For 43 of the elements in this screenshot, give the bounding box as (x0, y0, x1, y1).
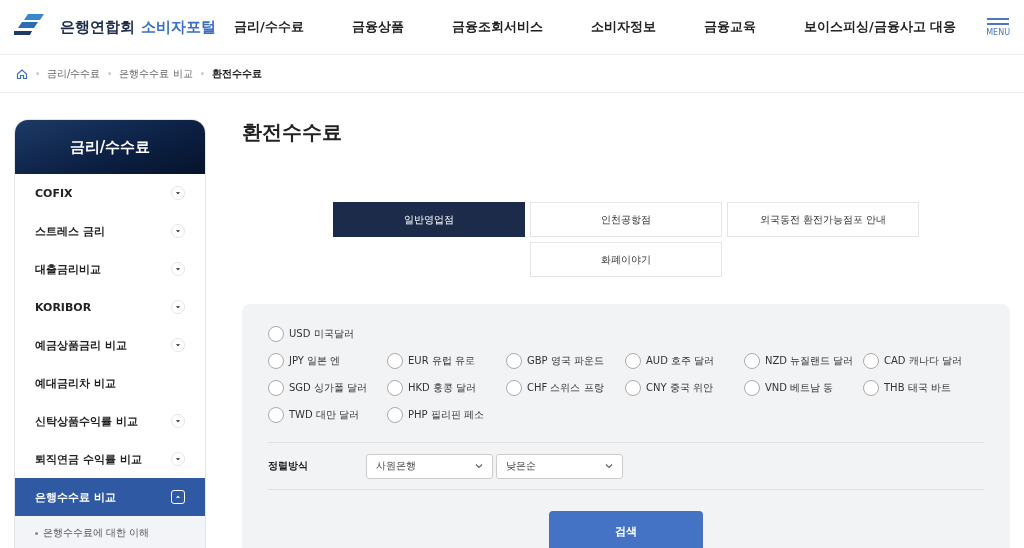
sidebar-title: 금리/수수료 (15, 120, 205, 174)
sidebar-item[interactable]: 은행수수료 비교 (15, 478, 205, 516)
sort-label: 정렬방식 (268, 459, 309, 473)
currency-radio[interactable]: CAD 캐나다 달러 (863, 352, 982, 369)
chevron-down-icon (605, 463, 613, 469)
currency-radio[interactable]: PHP 필리핀 페소 (387, 406, 506, 423)
currency-radio[interactable]: CNY 중국 위안 (625, 379, 744, 396)
nav-link[interactable]: 보이스피싱/금융사고 대응 (803, 18, 957, 36)
chevron-down-icon (475, 463, 483, 469)
breadcrumb-link[interactable]: 환전수수료 (211, 66, 262, 81)
tab[interactable]: 외국동전 환전가능점포 안내 (727, 202, 919, 237)
currency-radio[interactable]: EUR 유럽 유로 (387, 352, 506, 369)
currency-radio[interactable]: CHF 스위스 프랑 (506, 379, 625, 396)
currency-radio[interactable]: THB 태국 바트 (863, 379, 982, 396)
search-button[interactable]: 검색 (549, 511, 703, 548)
currency-radio[interactable]: JPY 일본 엔 (268, 352, 387, 369)
nav-link[interactable]: 소비자정보 (590, 18, 656, 36)
currency-radio[interactable]: AUD 호주 달러 (625, 352, 744, 369)
caret-up-icon[interactable] (171, 490, 185, 504)
nav-link[interactable]: 금융교육 (703, 18, 756, 36)
currency-radio[interactable]: TWD 대만 달러 (268, 406, 387, 423)
breadcrumb-link[interactable]: 은행수수료 비교 (119, 66, 193, 81)
tab[interactable]: 일반영업점 (333, 202, 525, 237)
logo-organization-name: 은행연합회 (60, 17, 135, 37)
sort-select[interactable]: 낮은순 (496, 453, 623, 479)
currency-radio[interactable]: GBP 영국 파운드 (506, 352, 625, 369)
menu-button[interactable]: MENU (986, 17, 1010, 37)
sort-select[interactable]: 사원은행 (366, 453, 493, 479)
currency-radio[interactable]: NZD 뉴질랜드 달러 (744, 352, 863, 369)
nav-link[interactable]: 금융조회서비스 (451, 18, 543, 36)
currency-radio[interactable]: HKD 홍콩 달러 (387, 379, 506, 396)
page-title: 환전수수료 (242, 119, 343, 146)
currency-radio[interactable]: SGD 싱가폴 달러 (268, 379, 387, 396)
nav-link[interactable]: 금융상품 (351, 18, 404, 36)
nav-link[interactable]: 금리/수수료 (234, 18, 304, 36)
tab[interactable]: 인천공항점 (530, 202, 722, 237)
breadcrumb-link[interactable]: 금리/수수료 (47, 66, 101, 81)
home-icon[interactable] (16, 67, 28, 80)
currency-radio[interactable]: USD 미국달러 (268, 325, 387, 342)
logo-portal-name: 소비자포털 (141, 17, 216, 37)
currency-radio[interactable]: VND 베트남 동 (744, 379, 863, 396)
tab[interactable]: 화폐이야기 (530, 242, 722, 277)
bullet-icon (35, 531, 38, 535)
